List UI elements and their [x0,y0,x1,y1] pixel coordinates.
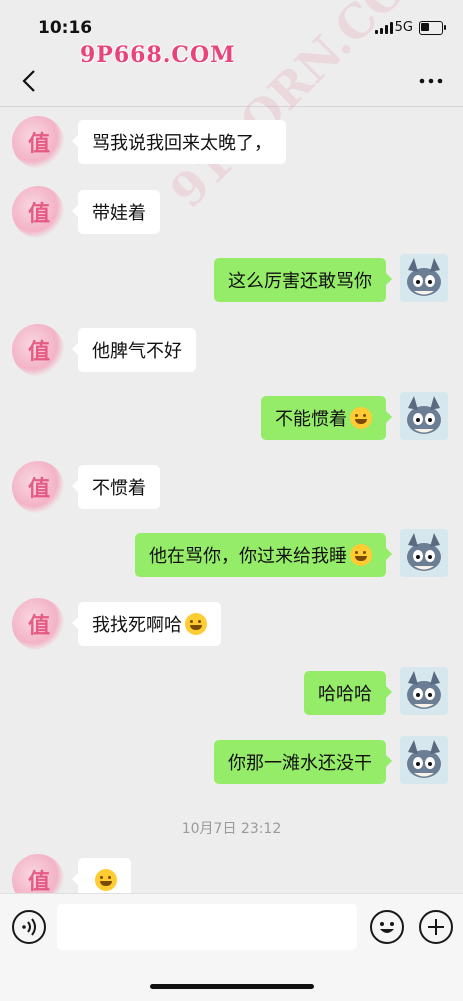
my-avatar[interactable] [400,667,448,715]
contact-avatar[interactable] [12,186,64,238]
incoming-message[interactable]: 他脾气不好 [72,328,196,372]
message-text: 你那一滩水还没干 [228,753,372,774]
more-dots-icon[interactable] [417,70,445,92]
message-text: 骂我说我回来太晚了， [92,133,272,154]
message-text: 这么厉害还敢骂你 [228,271,372,292]
laughing-tears-emoji [185,613,207,635]
outgoing-message[interactable]: 你那一滩水还没干 [214,740,392,784]
contact-avatar[interactable] [12,324,64,376]
message-timestamp: 10月7日 23:12 [181,821,282,837]
outgoing-message[interactable]: 哈哈哈 [304,671,392,715]
message-text: 哈哈哈 [318,684,372,705]
my-avatar[interactable] [400,529,448,577]
incoming-message[interactable]: 我找死啊哈 [72,602,221,646]
my-avatar[interactable] [400,392,448,440]
outgoing-message[interactable]: 不能惯着 [261,396,392,440]
message-text: 不惯着 [92,478,146,499]
smiley-icon[interactable] [370,910,404,944]
incoming-message[interactable]: 带娃着 [72,190,160,234]
outgoing-message[interactable]: 这么厉害还敢骂你 [214,258,392,302]
grinning-emoji [350,544,372,566]
message-text: 他脾气不好 [92,341,182,362]
laughing-tears-emoji [350,407,372,429]
home-indicator [150,984,314,989]
chat-header [0,58,463,106]
incoming-message[interactable]: 不惯着 [72,465,160,509]
message-text: 我找死啊哈 [92,615,182,636]
message-input[interactable] [57,904,357,950]
network-type: 5G [394,20,413,35]
outgoing-message[interactable]: 他在骂你，你过来给我睡 [135,533,392,577]
message-text: 他在骂你，你过来给我睡 [149,546,347,567]
contact-avatar[interactable] [12,116,64,168]
incoming-message[interactable]: 骂我说我回来太晚了， [72,120,286,164]
my-avatar[interactable] [400,736,448,784]
status-time: 10:16 [38,18,93,38]
contact-avatar[interactable] [12,461,64,513]
message-text: 带娃着 [92,203,146,224]
voice-icon[interactable] [12,910,46,944]
message-text: 不能惯着 [275,409,347,430]
plus-icon[interactable] [419,910,453,944]
chevron-left-icon[interactable] [18,68,44,94]
my-avatar[interactable] [400,254,448,302]
battery-icon [419,21,446,35]
contact-avatar[interactable] [12,598,64,650]
thinking-emoji [95,869,117,891]
battery-level [421,23,429,31]
